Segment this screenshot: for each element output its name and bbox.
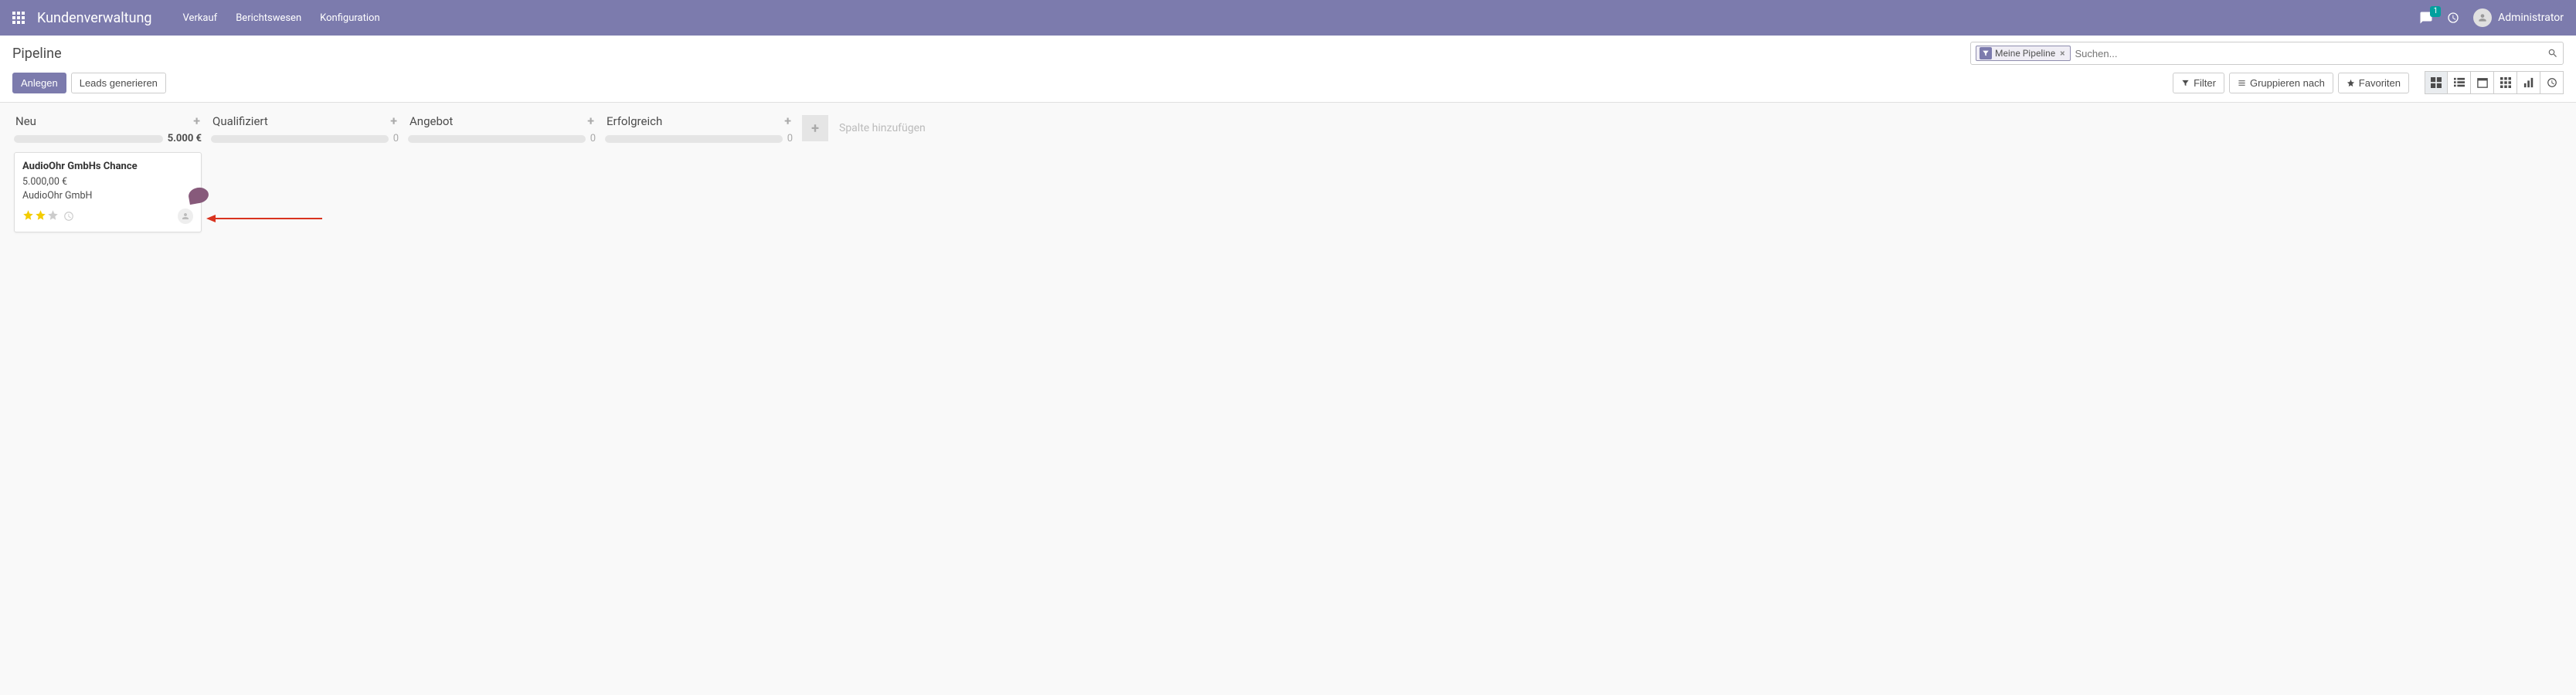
favorites-button[interactable]: Favoriten <box>2338 73 2409 93</box>
column-total: 0 <box>393 133 399 144</box>
graph-view-icon[interactable] <box>2517 71 2540 94</box>
list-view-icon[interactable] <box>2448 71 2471 94</box>
facet-text: Meine Pipeline <box>1995 48 2055 59</box>
plus-icon[interactable]: + <box>802 115 828 141</box>
funnel-icon <box>1980 47 1992 59</box>
quick-create-icon[interactable]: + <box>587 114 594 128</box>
kanban-column-angebot: Angebot + 0 <box>403 109 600 152</box>
filters-button[interactable]: Filter <box>2173 73 2224 93</box>
add-column-label: Spalte hinzufügen <box>839 122 926 134</box>
generate-leads-button[interactable]: Leads generieren <box>71 73 166 93</box>
priority-stars[interactable] <box>22 209 59 224</box>
kanban-board: Neu + 5.000 € AudioOhr GmbHs Chance 5.00… <box>0 103 2576 245</box>
view-switcher <box>2425 71 2564 94</box>
clock-icon[interactable] <box>2447 12 2459 24</box>
kanban-card[interactable]: AudioOhr GmbHs Chance 5.000,00 € AudioOh… <box>14 152 202 232</box>
card-user-avatar-icon[interactable] <box>178 208 193 224</box>
calendar-view-icon[interactable] <box>2471 71 2494 94</box>
funnel-icon <box>2181 79 2190 87</box>
activity-view-icon[interactable] <box>2540 71 2564 94</box>
kanban-column-qualifiziert: Qualifiziert + 0 <box>206 109 403 152</box>
filter-label: Filter <box>2194 77 2216 89</box>
star-fill-icon[interactable] <box>35 209 46 224</box>
kanban-view-icon[interactable] <box>2425 71 2448 94</box>
chat-badge: 1 <box>2430 6 2441 17</box>
nav-menu-konfiguration[interactable]: Konfiguration <box>320 12 379 24</box>
nav-right: 1 Administrator <box>2419 8 2564 27</box>
add-column[interactable]: + Spalte hinzufügen <box>797 109 930 147</box>
pivot-view-icon[interactable] <box>2494 71 2517 94</box>
search-box[interactable]: Meine Pipeline × <box>1970 42 2564 65</box>
column-progressbar <box>605 135 783 143</box>
search-facet: Meine Pipeline × <box>1976 46 2071 61</box>
app-title[interactable]: Kundenverwaltung <box>37 10 152 26</box>
column-progressbar <box>408 135 586 143</box>
star-empty-icon[interactable] <box>47 209 59 224</box>
control-panel: Pipeline Meine Pipeline × Anlegen Leads … <box>0 36 2576 103</box>
card-customer: AudioOhr GmbH <box>22 189 193 203</box>
nav-menu-berichtswesen[interactable]: Berichtswesen <box>236 12 301 24</box>
quick-create-icon[interactable]: + <box>390 114 397 128</box>
column-title[interactable]: Angebot <box>410 114 453 128</box>
filter-buttons: Filter Gruppieren nach Favoriten <box>2173 73 2409 93</box>
chat-icon[interactable]: 1 <box>2419 11 2433 25</box>
column-total: 0 <box>590 133 596 144</box>
column-title[interactable]: Erfolgreich <box>607 114 662 128</box>
column-total: 0 <box>787 133 793 144</box>
annotation-arrow-icon <box>206 211 322 229</box>
facet-remove-icon[interactable]: × <box>2058 48 2066 59</box>
column-progressbar <box>211 135 389 143</box>
star-fill-icon[interactable] <box>22 209 34 224</box>
favorites-label: Favoriten <box>2359 77 2401 89</box>
card-revenue: 5.000,00 € <box>22 175 193 189</box>
kanban-column-neu: Neu + 5.000 € AudioOhr GmbHs Chance 5.00… <box>9 109 206 239</box>
groupby-button[interactable]: Gruppieren nach <box>2229 73 2333 93</box>
search-icon[interactable] <box>2547 48 2558 59</box>
apps-icon[interactable] <box>12 12 25 24</box>
nav-menu-verkauf[interactable]: Verkauf <box>183 12 218 24</box>
column-title[interactable]: Qualifiziert <box>212 114 268 128</box>
star-icon <box>2347 79 2355 87</box>
user-menu[interactable]: Administrator <box>2473 8 2564 27</box>
quick-create-icon[interactable]: + <box>193 114 200 128</box>
column-total: 5.000 € <box>168 133 202 144</box>
breadcrumb: Pipeline <box>12 46 62 62</box>
user-name: Administrator <box>2498 12 2564 24</box>
create-button[interactable]: Anlegen <box>12 73 66 93</box>
nav-menu: Verkauf Berichtswesen Konfiguration <box>183 12 380 24</box>
column-title[interactable]: Neu <box>15 114 36 128</box>
user-avatar-icon <box>2473 8 2492 27</box>
top-nav: Kundenverwaltung Verkauf Berichtswesen K… <box>0 0 2576 36</box>
list-icon <box>2238 79 2246 87</box>
card-title: AudioOhr GmbHs Chance <box>22 161 193 172</box>
column-progressbar <box>14 135 163 143</box>
search-input[interactable] <box>2071 48 2547 59</box>
activity-clock-icon[interactable] <box>63 211 74 222</box>
kanban-column-erfolgreich: Erfolgreich + 0 <box>600 109 797 152</box>
quick-create-icon[interactable]: + <box>784 114 791 128</box>
groupby-label: Gruppieren nach <box>2250 77 2325 89</box>
